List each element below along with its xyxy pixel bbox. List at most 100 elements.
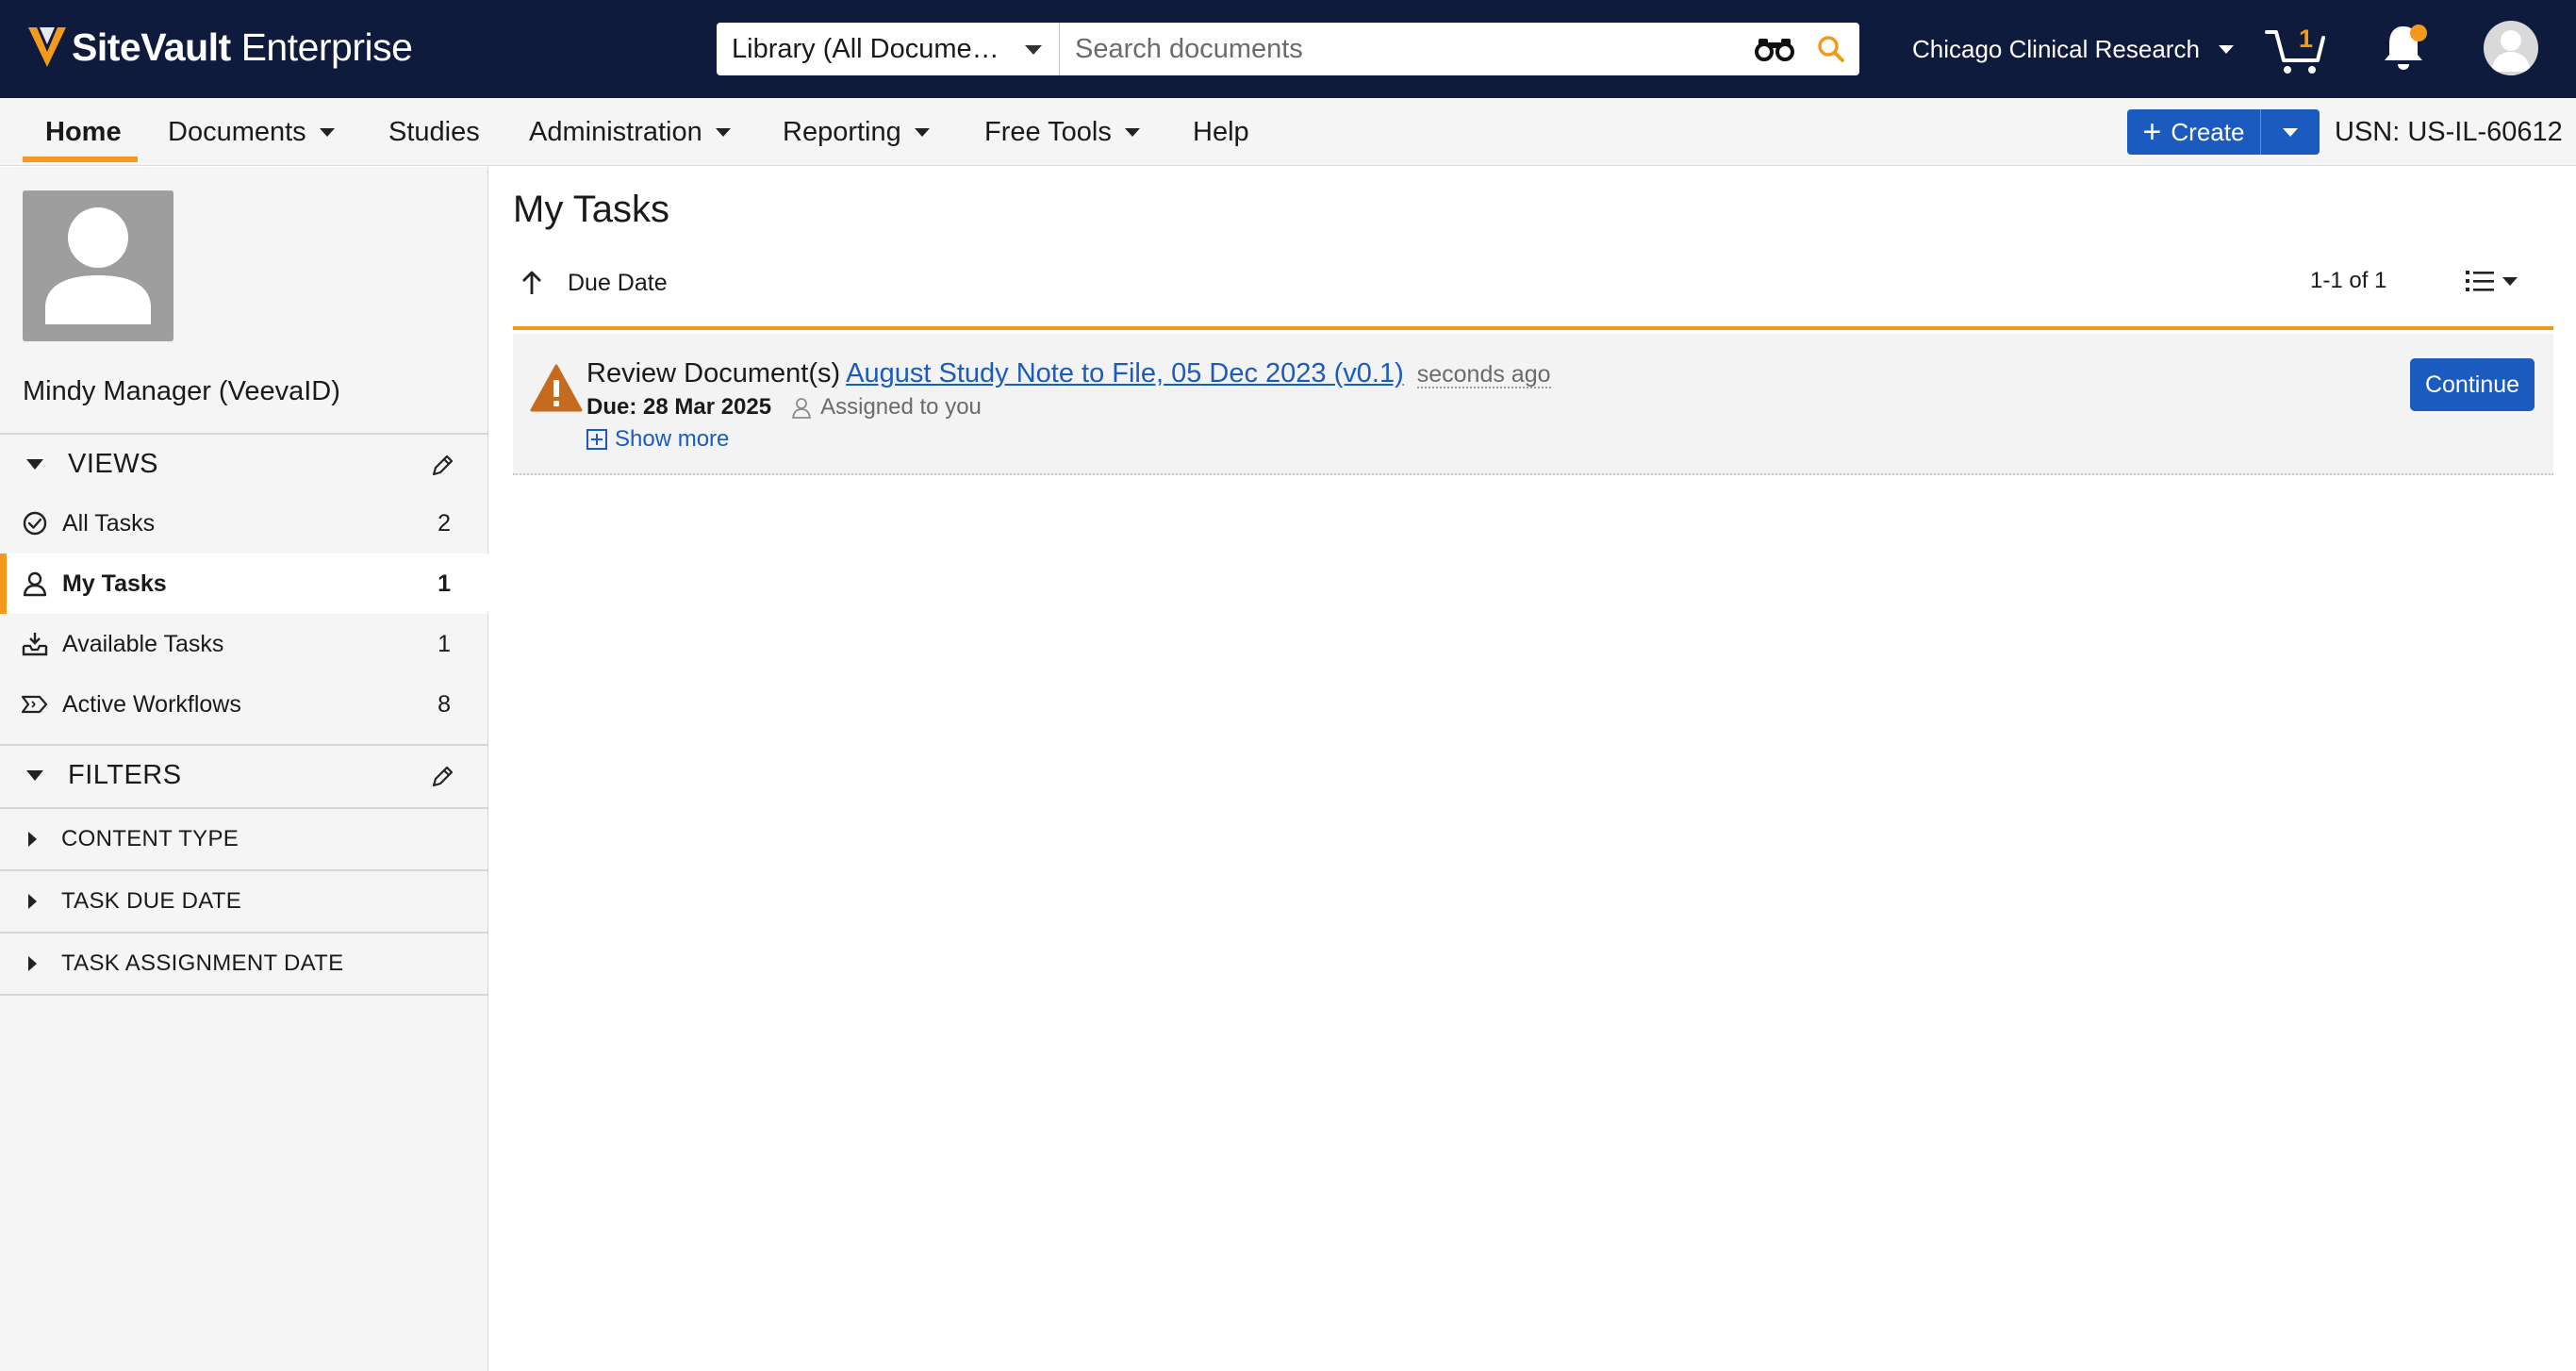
view-count: 2	[438, 509, 451, 537]
filters-title: FILTERS	[68, 759, 182, 790]
task-meta: Due: 28 Mar 2025 Assigned to you	[586, 394, 982, 421]
expand-icon	[28, 832, 37, 847]
cart-count: 1	[2299, 25, 2314, 53]
user-placeholder-icon	[45, 207, 151, 324]
profile-name: Mindy Manager (VeevaID)	[23, 376, 340, 406]
nav-help-label: Help	[1193, 116, 1249, 147]
notification-badge	[2410, 25, 2427, 41]
pencil-icon[interactable]	[430, 454, 454, 478]
assigned-label: Assigned to you	[820, 394, 982, 420]
search-input[interactable]	[1060, 23, 1746, 75]
usn-label: USN: US-IL-60612	[2335, 116, 2563, 147]
workflow-icon	[21, 690, 49, 719]
top-bar: SiteVault Enterprise Library (All Docume…	[0, 0, 2576, 98]
nav-documents[interactable]: Documents	[168, 98, 335, 166]
cart-icon	[2265, 30, 2325, 74]
task-action: Review Document(s)	[586, 358, 841, 388]
view-label: Active Workflows	[62, 690, 241, 718]
chevron-down-icon	[2218, 44, 2234, 54]
view-label: My Tasks	[62, 570, 167, 597]
list-header-divider	[513, 326, 2553, 330]
search-icon[interactable]	[1803, 23, 1859, 75]
show-more-link[interactable]: Show more	[586, 426, 729, 453]
user-menu-avatar[interactable]	[2484, 21, 2538, 75]
task-row: Review Document(s) August Study Note to …	[513, 334, 2553, 475]
chevron-down-icon	[1025, 45, 1042, 55]
list-view-toggle[interactable]	[2465, 264, 2523, 298]
nav-administration[interactable]: Administration	[529, 98, 731, 166]
task-timestamp: seconds ago	[1416, 361, 1551, 389]
create-dropdown-button[interactable]	[2261, 109, 2320, 155]
view-label: Available Tasks	[62, 630, 224, 657]
create-button[interactable]: + Create	[2127, 109, 2261, 155]
document-link[interactable]: August Study Note to File, 05 Dec 2023 (…	[846, 358, 1404, 389]
cart-button[interactable]: 1	[2265, 23, 2331, 75]
view-count: 8	[438, 690, 451, 718]
nav-documents-label: Documents	[168, 116, 306, 147]
nav-studies[interactable]: Studies	[388, 98, 480, 166]
chevron-down-icon	[1124, 127, 1140, 137]
filters-divider	[0, 994, 488, 996]
collapse-icon	[26, 458, 43, 470]
list-icon	[2466, 271, 2494, 291]
sort-control[interactable]: Due Date	[513, 256, 668, 309]
task-title: Review Document(s) August Study Note to …	[586, 358, 1551, 389]
page-title: My Tasks	[513, 189, 669, 230]
user-avatar-icon	[2491, 30, 2531, 72]
nav-free-tools[interactable]: Free Tools	[984, 98, 1140, 166]
app-logo[interactable]: SiteVault Enterprise	[26, 21, 413, 74]
notifications-button[interactable]	[2382, 21, 2429, 74]
site-name: Chicago Clinical Research	[1912, 34, 2200, 63]
search-scope-select[interactable]: Library (All Docume…	[717, 23, 1060, 75]
filter-label: TASK DUE DATE	[61, 888, 242, 914]
chevron-down-icon	[715, 127, 731, 137]
sidebar: Mindy Manager (VeevaID) VIEWS All Tasks …	[0, 167, 488, 1371]
collapse-icon	[26, 769, 43, 781]
views-section-header[interactable]: VIEWS	[0, 433, 488, 493]
app-title: SiteVault Enterprise	[72, 25, 413, 69]
show-more-label: Show more	[615, 426, 730, 452]
views-title: VIEWS	[68, 448, 158, 479]
site-selector[interactable]: Chicago Clinical Research	[1912, 28, 2234, 70]
create-label: Create	[2171, 117, 2245, 146]
view-available-tasks[interactable]: Available Tasks 1	[0, 614, 488, 674]
binoculars-icon[interactable]	[1746, 23, 1803, 75]
active-nav-indicator	[23, 157, 138, 162]
person-icon	[792, 398, 812, 419]
sort-label: Due Date	[568, 269, 668, 296]
chevron-down-icon	[2283, 127, 2298, 137]
profile-picture	[23, 190, 173, 341]
pagination-count: 1-1 of 1	[2310, 268, 2387, 293]
filter-task-due-date[interactable]: TASK DUE DATE	[0, 869, 488, 932]
view-my-tasks[interactable]: My Tasks 1	[0, 553, 488, 614]
inbox-download-icon	[21, 630, 49, 658]
filter-task-assignment-date[interactable]: TASK ASSIGNMENT DATE	[0, 932, 488, 994]
filter-label: CONTENT TYPE	[61, 826, 239, 851]
nav-help[interactable]: Help	[1193, 98, 1249, 166]
continue-button[interactable]: Continue	[2410, 358, 2535, 411]
search-bar: Library (All Docume…	[717, 23, 1859, 75]
task-due-date: Due: 28 Mar 2025	[586, 394, 772, 420]
expand-icon	[28, 894, 37, 909]
warning-icon	[530, 364, 583, 412]
view-count: 1	[438, 570, 451, 597]
view-all-tasks[interactable]: All Tasks 2	[0, 493, 488, 553]
view-active-workflows[interactable]: Active Workflows 8	[0, 674, 488, 735]
filters-section-header[interactable]: FILTERS	[0, 744, 488, 804]
view-count: 1	[438, 630, 451, 657]
check-circle-icon	[21, 509, 49, 537]
nav-reporting[interactable]: Reporting	[783, 98, 930, 166]
nav-reporting-label: Reporting	[783, 116, 901, 147]
plus-icon: +	[2142, 114, 2162, 150]
filter-content-type[interactable]: CONTENT TYPE	[0, 807, 488, 869]
arrow-up-icon	[513, 264, 551, 302]
view-label: All Tasks	[62, 509, 156, 537]
sitevault-logo-icon	[28, 27, 66, 67]
search-scope-label: Library (All Docume…	[732, 33, 999, 64]
task-assignee: Assigned to you	[790, 394, 982, 421]
chevron-down-icon	[2502, 276, 2518, 286]
pencil-icon[interactable]	[430, 765, 454, 789]
chevron-down-icon	[319, 127, 335, 137]
nav-studies-label: Studies	[388, 116, 480, 147]
expand-icon	[28, 956, 37, 971]
